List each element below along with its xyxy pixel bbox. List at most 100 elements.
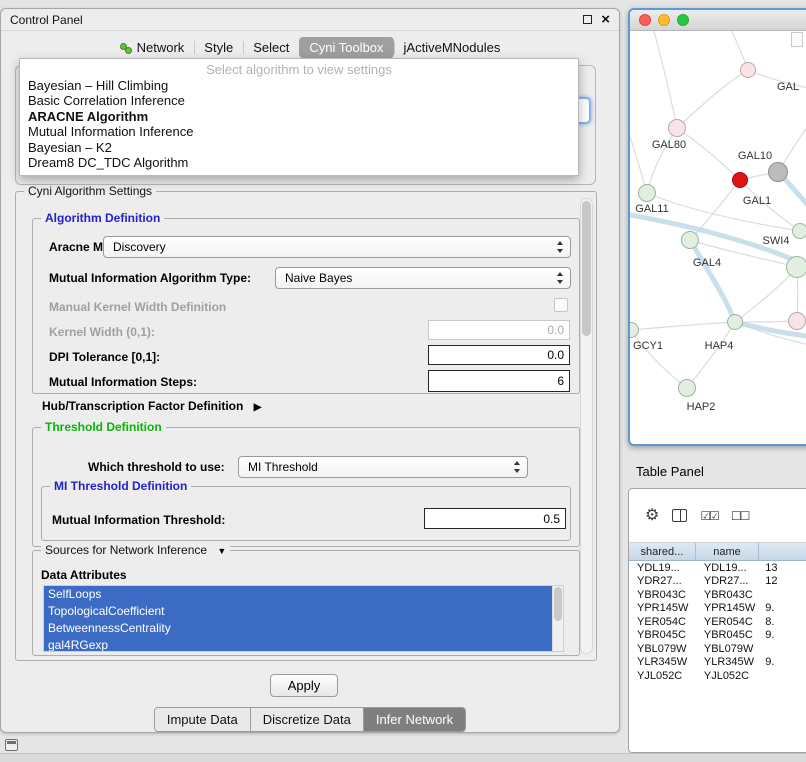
network-node[interactable] (638, 184, 656, 202)
table-cell: YPR145W (696, 602, 759, 614)
mi-threshold-definition-group: MI Threshold Definition Mutual Informati… (41, 486, 571, 541)
node-label-hap4: HAP4 (705, 340, 734, 352)
attribute-item-topologicalcoefficient[interactable]: TopologicalCoefficient (44, 603, 552, 620)
table-row[interactable]: YDL19...YDL19...13 (629, 561, 806, 575)
tab-impute-data[interactable]: Impute Data (154, 707, 251, 732)
table-body: YDL19...YDL19...13YDR27...YDR27...12YBR0… (629, 561, 806, 683)
table-cell: YBR045C (629, 629, 696, 641)
float-window-icon[interactable] (583, 15, 592, 24)
column-header[interactable] (759, 543, 806, 560)
algorithm-option-bayesian-k2[interactable]: Bayesian – K2 (20, 140, 578, 156)
table-row[interactable]: YER054CYER054C8. (629, 615, 806, 629)
group-title: MI Threshold Definition (50, 479, 191, 493)
hub-definition-expander[interactable]: Hub/Transcription Factor Definition ▶ (42, 399, 261, 413)
network-window-titlebar (630, 10, 806, 31)
close-panel-icon[interactable]: × (601, 12, 610, 27)
attribute-item-gal4rgexp[interactable]: gal4RGexp (44, 637, 552, 652)
attribute-item-betweennesscentrality[interactable]: BetweennessCentrality (44, 620, 552, 637)
which-threshold-select[interactable]: MI Threshold (238, 456, 528, 478)
data-attributes-list[interactable]: SelfLoopsTopologicalCoefficientBetweenne… (43, 585, 564, 652)
which-threshold-label: Which threshold to use: (88, 460, 225, 474)
network-node[interactable] (678, 379, 696, 397)
table-cell: 13 (759, 562, 806, 574)
select-none-icon[interactable]: ☐☐ (731, 510, 749, 522)
table-toolbar: ⚙ ☑☑ ☐☐ (629, 489, 806, 543)
kernel-width-label: Kernel Width (0,1): (49, 325, 155, 339)
network-node[interactable] (740, 62, 756, 78)
network-node[interactable] (788, 312, 806, 330)
sources-group: Sources for Network Inference ▼ Data Att… (32, 550, 580, 656)
table-row[interactable]: YJL052CYJL052C (629, 669, 806, 683)
node-label-gcy1: GCY1 (633, 340, 663, 352)
table-panel-window: ⚙ ☑☑ ☐☐ shared...name YDL19...YDL19...13… (628, 488, 806, 753)
list-scrollbar[interactable] (552, 586, 563, 651)
hub-definition-label: Hub/Transcription Factor Definition (42, 399, 243, 413)
network-node[interactable] (727, 314, 743, 330)
tab-select[interactable]: Select (243, 37, 299, 58)
manual-kernel-width-label: Manual Kernel Width Definition (49, 300, 226, 314)
node-label-gal: GAL (777, 81, 799, 93)
table-row[interactable]: YPR145WYPR145W9. (629, 602, 806, 616)
tab-discretize-data[interactable]: Discretize Data (250, 707, 364, 732)
table-row[interactable]: YBL079WYBL079W (629, 642, 806, 656)
column-header[interactable]: shared... (629, 543, 696, 560)
tab-jactivemnodules[interactable]: jActiveMNodules (394, 37, 511, 58)
table-cell: YLR345W (696, 656, 759, 668)
algorithm-dropdown[interactable]: Select algorithm to view settingsBayesia… (19, 58, 579, 176)
gear-icon[interactable]: ⚙ (645, 508, 659, 524)
mi-algorithm-type-select[interactable]: Naive Bayes (275, 267, 571, 289)
tab-cyni-toolbox[interactable]: Cyni Toolbox (299, 37, 393, 58)
tab-infer-network[interactable]: Infer Network (363, 707, 466, 732)
attribute-item-selfloops[interactable]: SelfLoops (44, 586, 552, 603)
scrollbar-thumb[interactable] (582, 201, 591, 336)
columns-icon[interactable] (672, 509, 687, 522)
minimize-window-icon[interactable] (658, 14, 670, 26)
network-canvas[interactable]: GALGAL80GAL10GAL11GAL1SWI4GAL4GCY1HAP4HA… (630, 31, 806, 443)
settings-scrollbar[interactable] (580, 198, 593, 654)
network-node[interactable] (668, 119, 686, 137)
algorithm-option-bayesian-hill-climbing[interactable]: Bayesian – Hill Climbing (20, 78, 578, 94)
algorithm-option-dream8-dc-tdc-algorithm[interactable]: Dream8 DC_TDC Algorithm (20, 155, 578, 171)
aracne-mode-select[interactable]: Discovery (103, 236, 571, 258)
scrollbar-thumb[interactable] (554, 587, 562, 621)
mi-steps-field[interactable] (428, 370, 570, 392)
column-header[interactable]: name (696, 543, 759, 560)
tab-style[interactable]: Style (194, 37, 243, 58)
table-cell: YDR27... (629, 575, 696, 587)
collapsed-panel-icon[interactable] (5, 739, 18, 751)
network-node[interactable] (786, 256, 806, 278)
close-window-icon[interactable] (639, 14, 651, 26)
table-cell: YER054C (696, 616, 759, 628)
table-cell: YDR27... (696, 575, 759, 587)
table-row[interactable]: YDR27...YDR27...12 (629, 575, 806, 589)
network-node[interactable] (681, 231, 699, 249)
tab-label: Cyni Toolbox (309, 40, 383, 55)
cyni-bottom-tabs: Impute DataDiscretize DataInfer Network (1, 707, 619, 732)
network-scrollbar[interactable] (791, 32, 803, 47)
cyni-algorithm-settings-group: Cyni Algorithm Settings Algorithm Defini… (15, 191, 597, 661)
table-cell: YBR043C (696, 589, 759, 601)
threshold-definition-group: Threshold Definition Which threshold to … (32, 427, 580, 547)
network-node[interactable] (792, 223, 806, 239)
manual-kernel-width-checkbox (554, 298, 568, 312)
table-row[interactable]: YBR045CYBR045C9. (629, 629, 806, 643)
sources-expander[interactable]: Sources for Network Inference ▼ (41, 543, 230, 558)
network-view-window: GALGAL80GAL10GAL11GAL1SWI4GAL4GCY1HAP4HA… (628, 8, 806, 446)
table-cell: 8. (759, 616, 806, 628)
table-row[interactable]: YBR043CYBR043C (629, 588, 806, 602)
dpi-tolerance-field[interactable] (428, 345, 570, 365)
algorithm-option-mutual-information-inference[interactable]: Mutual Information Inference (20, 124, 578, 140)
node-label-gal4: GAL4 (693, 257, 721, 269)
table-row[interactable]: YLR345WYLR345W9. (629, 656, 806, 670)
mi-threshold-field[interactable] (424, 508, 566, 529)
control-panel-window: Control Panel × NetworkStyleSelectCyni T… (0, 8, 620, 733)
table-header: shared...name (629, 543, 806, 561)
algorithm-option-basic-correlation-inference[interactable]: Basic Correlation Inference (20, 93, 578, 109)
network-node[interactable] (768, 162, 788, 182)
apply-button[interactable]: Apply (270, 674, 338, 697)
network-node[interactable] (732, 172, 748, 188)
tab-network[interactable]: Network (110, 37, 195, 58)
algorithm-option-aracne-algorithm[interactable]: ARACNE Algorithm (20, 109, 578, 125)
zoom-window-icon[interactable] (677, 14, 689, 26)
select-all-icon[interactable]: ☑☑ (700, 510, 718, 522)
